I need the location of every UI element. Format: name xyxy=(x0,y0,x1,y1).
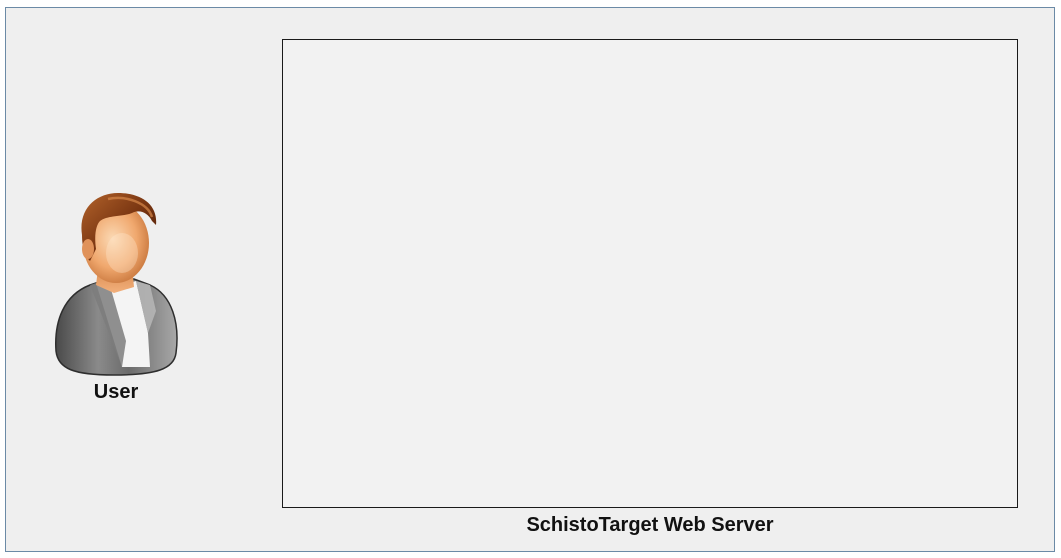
web-server-label: SchistoTarget Web Server xyxy=(526,514,774,536)
user-label: User xyxy=(93,381,139,403)
user-avatar-icon xyxy=(52,191,178,377)
web-server-box xyxy=(282,39,1018,508)
